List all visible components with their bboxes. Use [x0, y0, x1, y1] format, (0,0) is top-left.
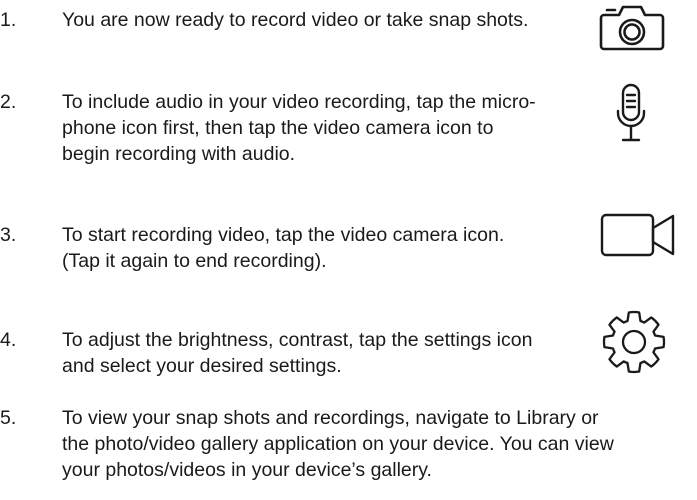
step-text-line: To adjust the brightness, contrast, tap …: [62, 329, 533, 351]
step-text: To start recording video, tap the video …: [62, 222, 504, 274]
step-text-line: To view your snap shots and recordings, …: [62, 407, 599, 429]
microphone-icon: [616, 82, 646, 152]
step-text-line: (Tap it again to end recording).: [62, 250, 327, 272]
step-text-line: begin recording with audio.: [62, 143, 296, 165]
step-number: 2.: [0, 91, 17, 113]
step-text-line: To start recording video, tap the video …: [62, 224, 505, 246]
step-text: You are now ready to record video or tak…: [62, 7, 528, 33]
step-text-line: your photos/videos in your device’s gall…: [62, 459, 432, 481]
step-text-line: phone icon first, then tap the video cam…: [62, 117, 494, 139]
step-text: To view your snap shots and recordings, …: [62, 405, 614, 483]
step-number: 1.: [0, 9, 17, 31]
step-text: To include audio in your video recording…: [62, 89, 536, 167]
camera-icon: [598, 3, 666, 51]
step-text-line: You are now ready to record video or tak…: [62, 9, 529, 31]
video-camera-icon: [600, 212, 680, 260]
step-number: 4.: [0, 329, 17, 351]
gear-icon: [599, 307, 669, 377]
step-number: 3.: [0, 224, 17, 246]
step-text-line: the photo/video gallery application on y…: [62, 433, 614, 455]
step-text-line: and select your desired settings.: [62, 355, 342, 377]
step-text-line: To include audio in your video recording…: [62, 91, 536, 113]
step-text: To adjust the brightness, contrast, tap …: [62, 327, 532, 379]
step-number: 5.: [0, 407, 17, 429]
